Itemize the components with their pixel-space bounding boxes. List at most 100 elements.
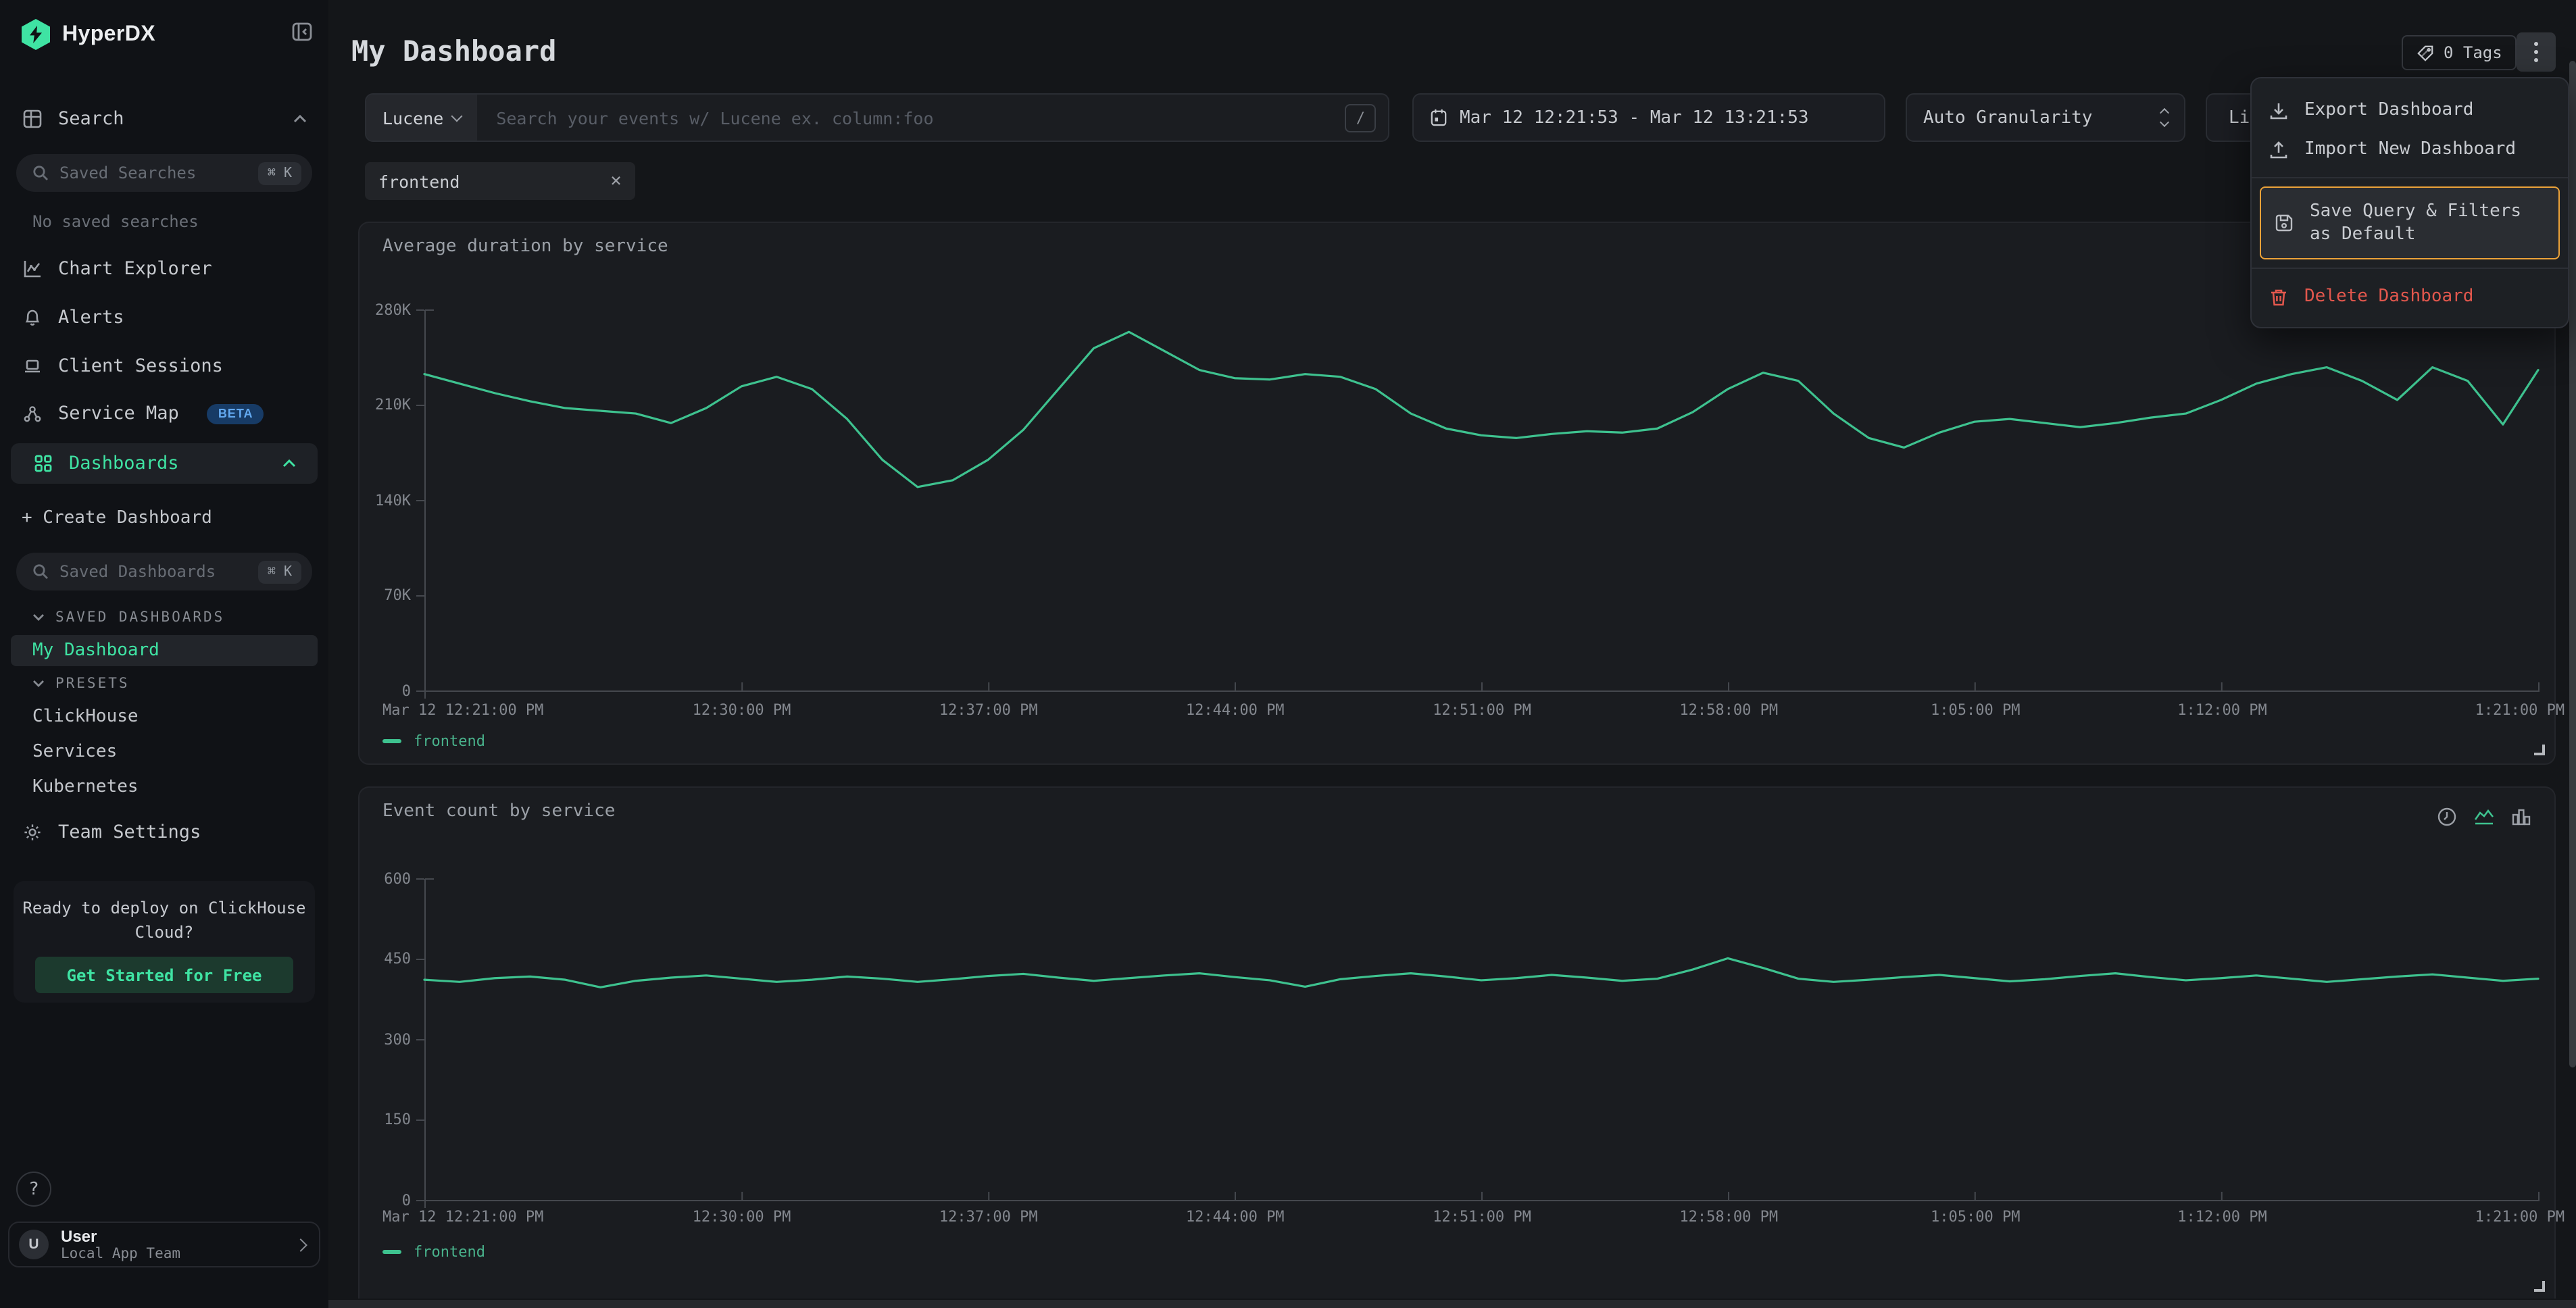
saved-dashboard-item-my-dashboard[interactable]: My Dashboard <box>11 635 318 666</box>
event-search-input[interactable] <box>477 107 1345 128</box>
promo-text-line2: Cloud? <box>135 923 194 942</box>
close-icon[interactable]: × <box>610 172 622 191</box>
chevron-down-icon <box>451 110 463 122</box>
table-icon <box>22 109 43 128</box>
x-tick-label: 12:37:00 PM <box>939 1208 1038 1226</box>
user-name: User <box>61 1228 180 1245</box>
x-tick-label: 12:58:00 PM <box>1679 701 1778 719</box>
preset-item-services[interactable]: Services <box>32 742 117 762</box>
x-tick-label: Mar 12 12:21:00 PM <box>382 701 543 719</box>
slash-shortcut-badge: / <box>1345 103 1376 132</box>
sidebar-item-label: Search <box>58 108 124 130</box>
shortcut-badge: ⌘ K <box>258 161 301 184</box>
dashboard-kebab-menu-button[interactable] <box>2517 32 2556 72</box>
horizontal-scrollbar-track[interactable] <box>328 1300 2576 1308</box>
create-dashboard-button[interactable]: + Create Dashboard <box>22 508 212 528</box>
tags-button[interactable]: 0 Tags <box>2402 35 2517 70</box>
x-tick-label: 1:05:00 PM <box>1931 701 2020 719</box>
chart-title: Event count by service <box>382 801 615 822</box>
panel-resize-handle[interactable] <box>2534 1281 2545 1292</box>
legend-line-swatch <box>382 1251 401 1254</box>
avatar: U <box>19 1230 49 1259</box>
menu-item-import-dashboard[interactable]: Import New Dashboard <box>2252 130 2568 169</box>
x-axis-labels: Mar 12 12:21:00 PM12:30:00 PM12:37:00 PM… <box>424 1208 2540 1227</box>
x-tick-label: 1:21:00 PM <box>2475 701 2565 719</box>
promo-text-line1: Ready to deploy on ClickHouse <box>22 899 305 917</box>
event-search-box: Lucene / <box>365 93 1389 142</box>
sidebar-item-search[interactable]: Search <box>0 99 328 139</box>
sidebar-item-service-map[interactable]: Service Map BETA <box>0 393 328 434</box>
chart-title: Average duration by service <box>382 236 668 257</box>
vertical-scrollbar[interactable] <box>2569 61 2576 1067</box>
chart-panel-average-duration: Average duration by service 280K210K140K… <box>358 222 2556 765</box>
x-tick-label: 1:12:00 PM <box>2177 701 2267 719</box>
user-team: Local App Team <box>61 1245 180 1261</box>
sidebar-item-chart-explorer[interactable]: Chart Explorer <box>0 249 328 289</box>
bar-chart-toggle-icon[interactable] <box>2511 807 2531 827</box>
lightning-bolt-icon <box>22 19 50 50</box>
search-icon <box>32 563 49 580</box>
brand-name: HyperDX <box>62 22 155 47</box>
sidebar-item-label: Team Settings <box>58 822 201 843</box>
sidebar-item-alerts[interactable]: Alerts <box>0 297 328 338</box>
saved-searches-placeholder: Saved Searches <box>59 164 247 182</box>
chart-legend: frontend <box>382 732 485 750</box>
x-tick-label: 12:51:00 PM <box>1433 701 1531 719</box>
trash-icon <box>2269 287 2289 306</box>
filter-chip-frontend[interactable]: frontend × <box>365 162 635 200</box>
saved-dashboards-section-header[interactable]: SAVED DASHBOARDS <box>32 609 224 626</box>
shortcut-badge: ⌘ K <box>258 560 301 583</box>
saved-dashboards-input[interactable]: Saved Dashboards ⌘ K <box>16 553 312 590</box>
dashboard-actions-menu: Export Dashboard Import New Dashboard Sa… <box>2250 77 2569 328</box>
service-map-icon <box>22 404 43 423</box>
chevron-right-icon <box>294 1238 307 1251</box>
sidebar-item-label: Client Sessions <box>58 355 223 377</box>
x-tick-label: 12:58:00 PM <box>1679 1208 1778 1226</box>
help-button[interactable]: ? <box>16 1172 51 1207</box>
sidebar-item-label: Service Map <box>58 403 179 424</box>
sidebar-collapse-icon[interactable] <box>292 22 312 42</box>
x-tick-label: 12:30:00 PM <box>693 1208 791 1226</box>
query-language-select[interactable]: Lucene <box>366 95 477 141</box>
x-tick-label: 12:44:00 PM <box>1186 1208 1285 1226</box>
x-tick-label: 1:05:00 PM <box>1931 1208 2020 1226</box>
main-content: My Dashboard 0 Tags Lucene / Mar 12 12:2… <box>328 0 2576 1308</box>
line-chart-plot[interactable]: 280K210K140K70K0 <box>424 309 2540 692</box>
brand-logo[interactable]: HyperDX <box>22 19 155 50</box>
x-tick-label: 12:30:00 PM <box>693 701 791 719</box>
sidebar-item-label: Alerts <box>58 307 124 328</box>
download-icon <box>2269 101 2289 120</box>
line-chart-plot[interactable]: 6004503001500 <box>424 878 2540 1201</box>
saved-searches-input[interactable]: Saved Searches ⌘ K <box>16 154 312 192</box>
gear-icon <box>22 823 43 842</box>
date-range-picker[interactable]: Mar 12 12:21:53 - Mar 12 13:21:53 <box>1412 93 1885 142</box>
app-root: HyperDX Search Saved Searches ⌘ K No sav… <box>0 0 2576 1308</box>
select-updown-icon <box>2161 109 2168 126</box>
y-tick-label: 300 <box>346 1030 411 1048</box>
legend-series-name: frontend <box>414 732 485 750</box>
menu-item-delete-dashboard[interactable]: Delete Dashboard <box>2252 277 2568 316</box>
menu-item-save-query-default[interactable]: Save Query & Filters as Default <box>2260 186 2560 259</box>
line-chart-toggle-icon[interactable] <box>2473 807 2495 827</box>
sidebar-item-client-sessions[interactable]: Client Sessions <box>0 346 328 386</box>
preset-item-kubernetes[interactable]: Kubernetes <box>32 777 139 797</box>
time-range-icon[interactable] <box>2437 807 2457 827</box>
granularity-select[interactable]: Auto Granularity <box>1906 93 2185 142</box>
get-started-button[interactable]: Get Started for Free <box>35 957 293 993</box>
sidebar-item-team-settings[interactable]: Team Settings <box>0 812 328 853</box>
preset-item-clickhouse[interactable]: ClickHouse <box>32 707 139 727</box>
upload-icon <box>2269 140 2289 159</box>
chart-legend: frontend <box>382 1243 485 1261</box>
y-tick-label: 0 <box>346 682 411 699</box>
y-tick-label: 0 <box>346 1191 411 1209</box>
date-range-value: Mar 12 12:21:53 - Mar 12 13:21:53 <box>1460 107 1809 128</box>
panel-resize-handle[interactable] <box>2534 745 2545 755</box>
presets-section-header[interactable]: PRESETS <box>32 676 130 692</box>
menu-item-export-dashboard[interactable]: Export Dashboard <box>2252 91 2568 130</box>
sidebar-item-dashboards[interactable]: Dashboards <box>11 443 318 484</box>
beta-badge: BETA <box>207 403 264 424</box>
sidebar: HyperDX Search Saved Searches ⌘ K No sav… <box>0 0 328 1308</box>
y-tick-label: 600 <box>346 870 411 887</box>
user-menu[interactable]: U User Local App Team <box>8 1222 320 1267</box>
y-tick-label: 140K <box>346 491 411 509</box>
